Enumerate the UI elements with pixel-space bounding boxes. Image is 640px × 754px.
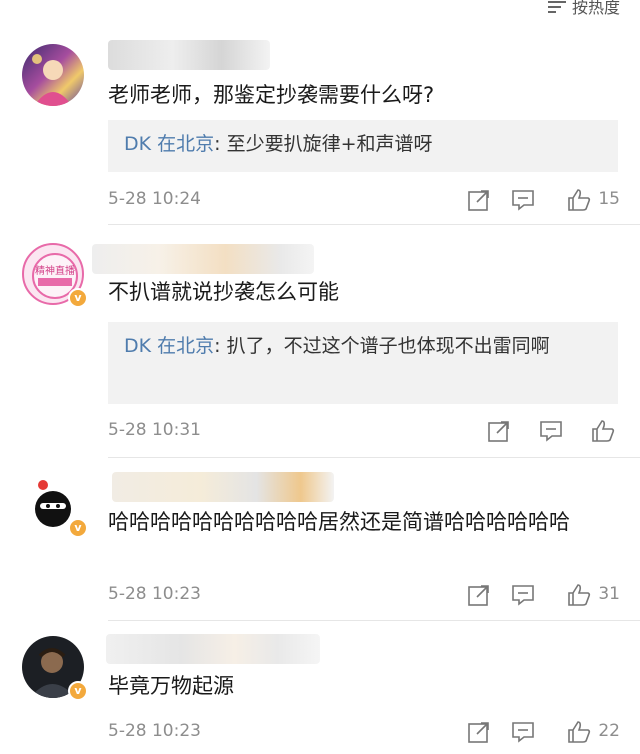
comment-meta: 5-28 10:23 22: [108, 719, 620, 747]
like-icon[interactable]: [590, 418, 616, 444]
like-count: 31: [598, 584, 620, 604]
verified-badge-icon: v: [68, 288, 88, 308]
comment-icon[interactable]: [510, 719, 536, 745]
blurred-username: [106, 634, 320, 664]
comment-text: 毕竟万物起源: [108, 674, 234, 698]
like-icon[interactable]: [566, 582, 592, 608]
svg-text:精神直播: 精神直播: [35, 264, 75, 277]
comment-icon[interactable]: [538, 418, 564, 444]
comment-icon[interactable]: [510, 582, 536, 608]
comment-time: 5-28 10:24: [108, 189, 201, 209]
share-icon[interactable]: [466, 582, 492, 608]
comment-text: 哈哈哈哈哈哈哈哈哈哈居然还是简谱哈哈哈哈哈哈: [108, 510, 570, 534]
blurred-username: [108, 40, 270, 70]
divider: [108, 457, 640, 458]
verified-badge-icon: v: [68, 518, 88, 538]
reply-author-link[interactable]: DK 在北京: [124, 133, 214, 155]
avatar[interactable]: [22, 44, 84, 106]
comment-time: 5-28 10:23: [108, 584, 201, 604]
reply-author-link[interactable]: DK 在北京: [124, 335, 214, 357]
reply-text: 扒了，不过这个谱子也体现不出雷同啊: [226, 335, 550, 357]
comment-text: 老师老师，那鉴定抄袭需要什么呀?: [108, 83, 435, 107]
comment-time: 5-28 10:23: [108, 721, 201, 741]
comment-text: 不扒谱就说抄袭怎么可能: [108, 280, 339, 304]
share-icon[interactable]: [466, 187, 492, 213]
like-count: 15: [598, 189, 620, 209]
divider: [108, 224, 640, 225]
share-icon[interactable]: [466, 719, 492, 745]
reply-box[interactable]: DK 在北京: 至少要扒旋律+和声谱呀: [108, 120, 618, 172]
share-icon[interactable]: [486, 418, 512, 444]
comment-item: 老师老师，那鉴定抄袭需要什么呀? DK 在北京: 至少要扒旋律+和声谱呀 5-2…: [0, 0, 640, 225]
reply-box[interactable]: DK 在北京: 扒了，不过这个谱子也体现不出雷同啊: [108, 322, 618, 404]
comment-meta: 5-28 10:23 31: [108, 582, 620, 610]
blurred-username: [92, 244, 314, 274]
blurred-username: [112, 472, 334, 502]
reply-text: 至少要扒旋律+和声谱呀: [226, 133, 433, 155]
comment-time: 5-28 10:31: [108, 420, 201, 440]
like-count: 22: [598, 721, 620, 741]
like-icon[interactable]: [566, 187, 592, 213]
avatar-image: [32, 54, 72, 106]
comment-meta: 5-28 10:24 15: [108, 187, 620, 215]
divider: [108, 620, 640, 621]
like-icon[interactable]: [566, 719, 592, 745]
comment-icon[interactable]: [510, 187, 536, 213]
comment-meta: 5-28 10:31: [108, 418, 620, 446]
verified-badge-icon: v: [68, 681, 88, 701]
